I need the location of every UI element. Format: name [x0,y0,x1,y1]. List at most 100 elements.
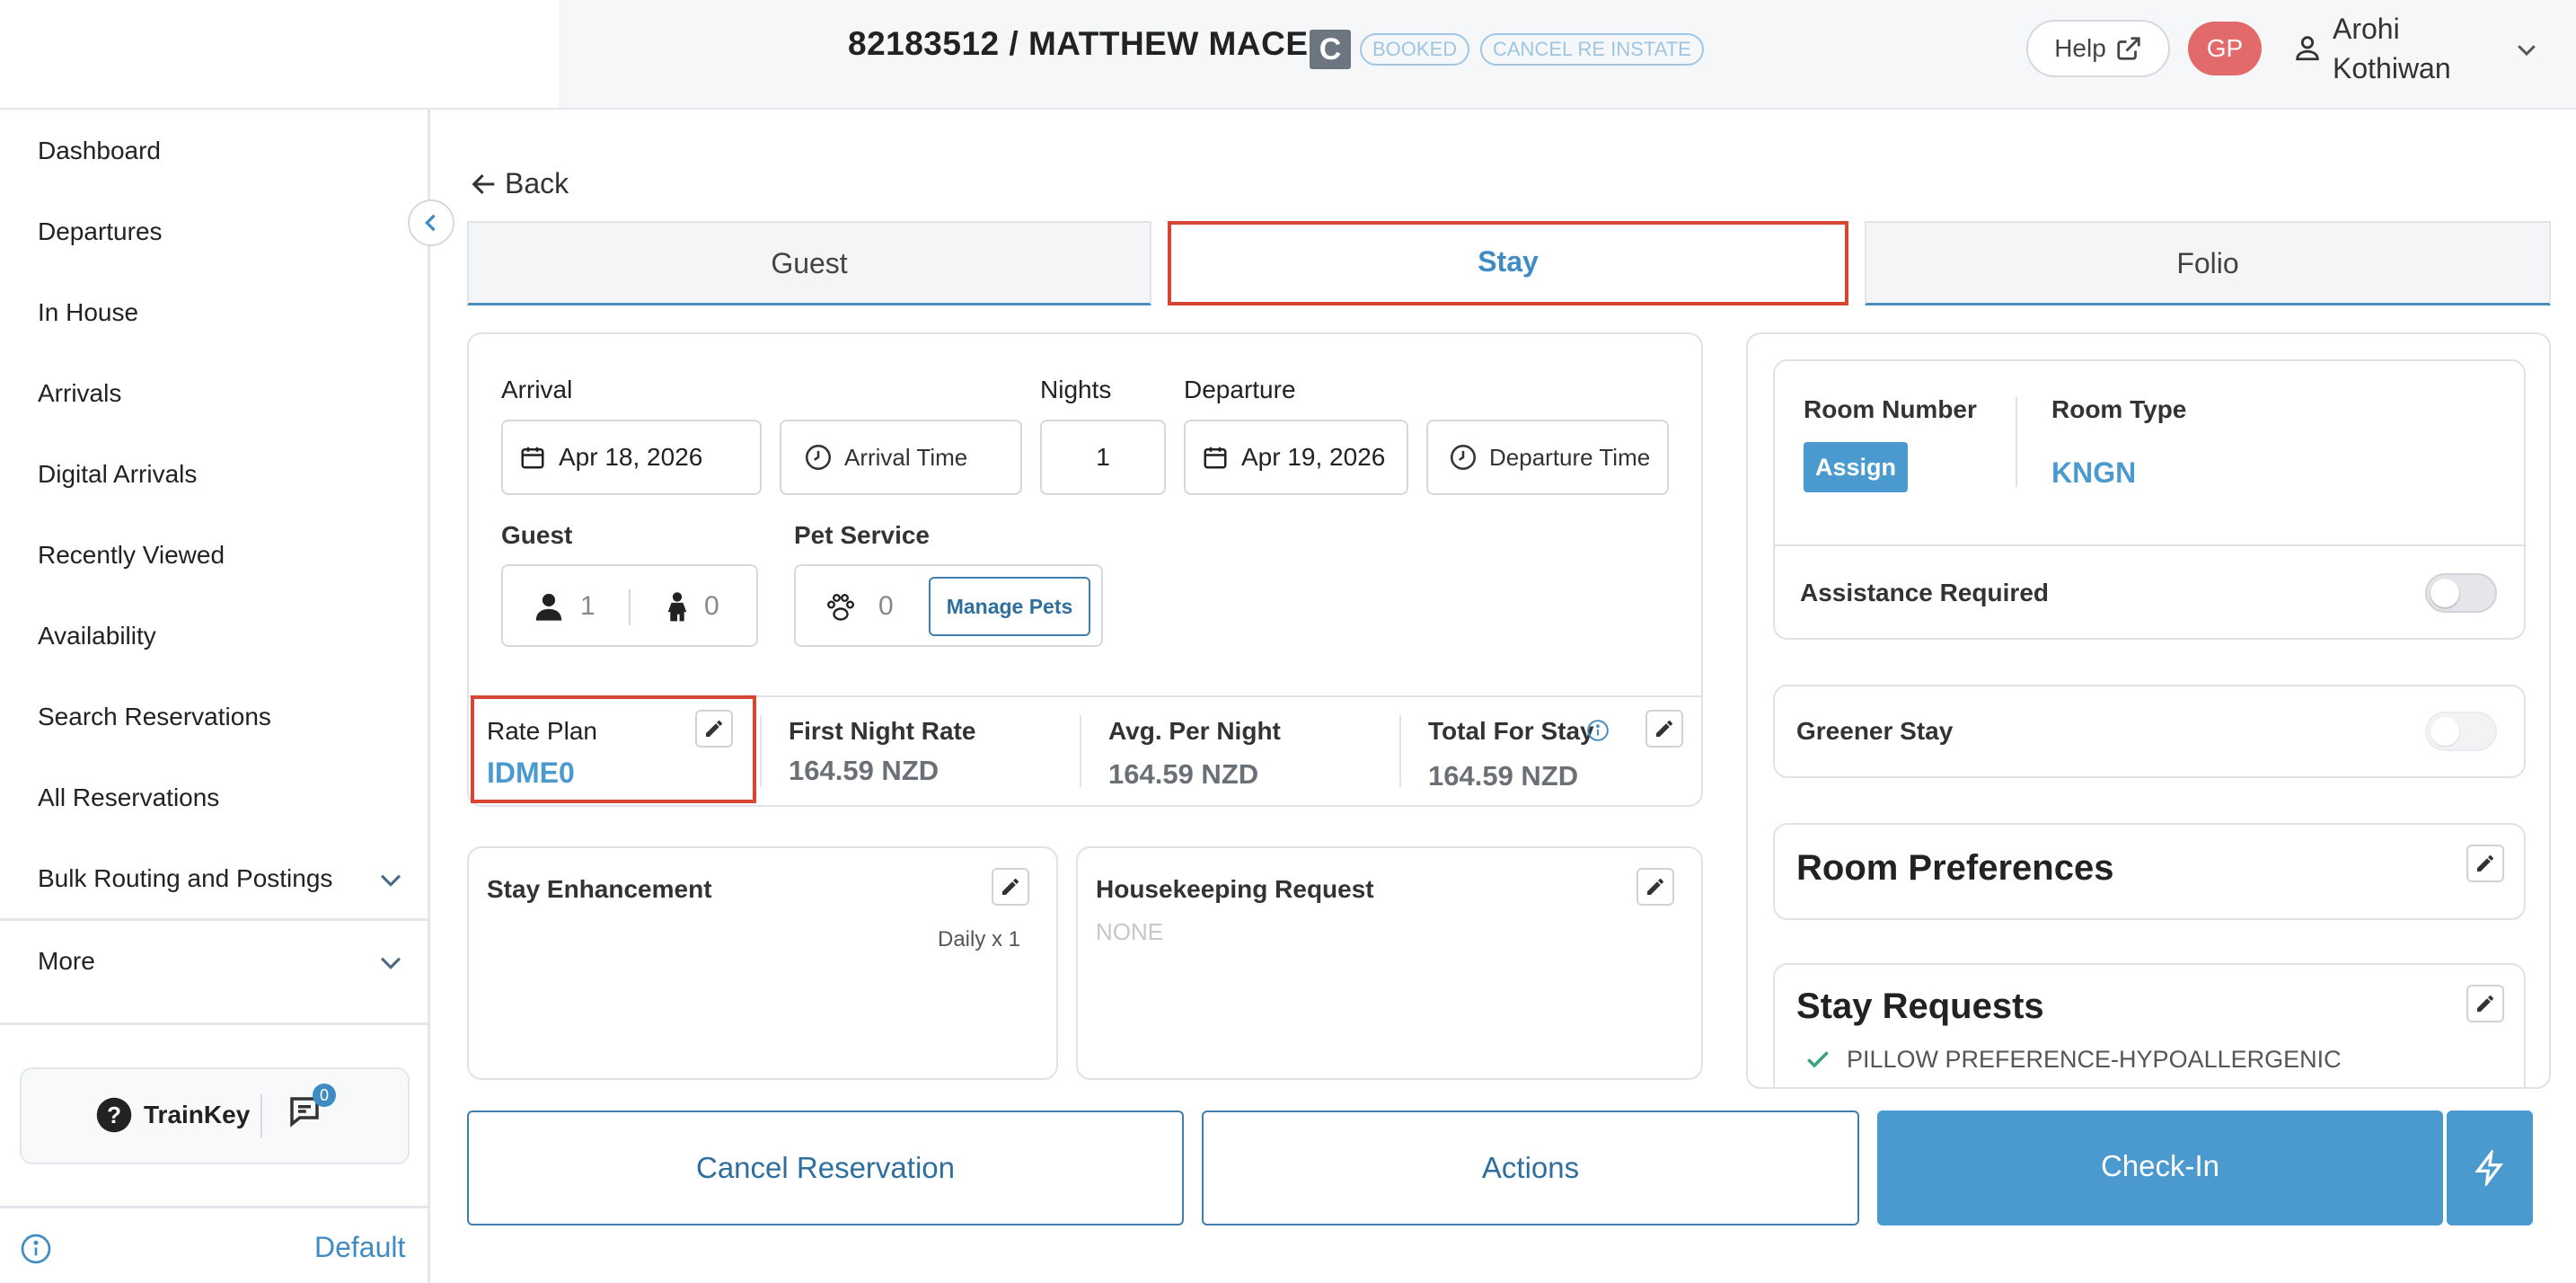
arrival-date-field[interactable]: Apr 18, 2026 [501,420,762,495]
help-circle-icon: ? [96,1097,132,1133]
divider [0,1022,428,1025]
housekeeping-edit-button[interactable] [1636,868,1674,906]
room-preferences-edit-button[interactable] [2466,845,2504,882]
tab-folio[interactable]: Folio [1865,221,2551,305]
help-label: Help [2054,34,2106,62]
enhancement-edit-button[interactable] [992,868,1029,906]
sidebar-item-in-house[interactable]: In House [38,298,138,327]
avatar[interactable]: GP [2188,22,2262,75]
pencil-icon [706,721,722,737]
arrival-time-placeholder: Arrival Time [844,443,968,471]
divider [0,918,428,921]
check-icon [1807,1051,1829,1068]
arrow-left-icon [472,173,495,194]
toggle-knob [2430,717,2459,746]
pencil-icon [1656,721,1672,737]
arrival-date-value: Apr 18, 2026 [559,443,703,471]
chat-count-badge: 0 [313,1084,336,1107]
room-preferences-title: Room Preferences [1796,848,2114,888]
user-name[interactable]: Arohi Kothiwan [2333,9,2451,88]
actions-button[interactable]: Actions [1202,1110,1859,1225]
guest-count-field[interactable]: 1 0 [501,564,758,647]
pencil-icon [2477,855,2493,872]
rate-plan-edit-button[interactable] [695,710,733,748]
room-type-value[interactable]: KNGN [2051,456,2136,490]
divider [260,1094,262,1137]
children-count: 0 [704,591,719,621]
info-icon[interactable] [1586,719,1610,742]
sidebar-item-arrivals[interactable]: Arrivals [38,379,121,408]
calendar-icon [521,447,544,469]
toggle-knob [2430,579,2459,607]
first-night-label: First Night Rate [789,717,976,745]
sidebar-item-recently-viewed[interactable]: Recently Viewed [38,541,225,570]
housekeeping-value: NONE [1096,918,1164,945]
departure-date-field[interactable]: Apr 19, 2026 [1184,420,1408,495]
status-badge-cancel-reinstate: CANCEL RE INSTATE [1480,33,1704,66]
chevron-down-icon[interactable] [2511,36,2542,63]
top-header: 82183512 / MATTHEW MACE C BOOKED CANCEL … [0,0,2576,110]
guest-label: Guest [501,521,573,549]
chat-button[interactable]: 0 [286,1084,336,1135]
sidebar-item-all-reservations[interactable]: All Reservations [38,783,219,812]
c-badge-icon: C [1310,30,1351,69]
stay-requests-title: Stay Requests [1796,987,2044,1026]
reservation-title: 82183512 / MATTHEW MACE [848,25,1309,62]
arrival-time-field[interactable]: Arrival Time [780,420,1022,495]
nights-input[interactable]: 1 [1040,420,1166,495]
nights-label: Nights [1040,376,1112,403]
sidebar-item-more[interactable]: More [38,947,95,976]
tab-stay[interactable]: Stay [1168,221,1848,305]
svg-text:?: ? [107,1102,121,1128]
cancel-reservation-button[interactable]: Cancel Reservation [467,1110,1184,1225]
departure-time-placeholder: Departure Time [1489,443,1651,471]
pencil-icon [1002,879,1019,895]
quick-checkin-button[interactable] [2447,1110,2533,1225]
total-edit-button[interactable] [1645,710,1683,748]
logo-area [0,0,559,108]
pet-service-field: 0 Manage Pets [794,564,1103,647]
greener-stay-toggle[interactable] [2425,712,2497,751]
assistance-required-label: Assistance Required [1800,579,2049,606]
pencil-icon [1647,879,1663,895]
assign-room-button[interactable]: Assign [1804,442,1908,492]
assistance-toggle[interactable] [2425,573,2497,613]
housekeeping-title: Housekeeping Request [1096,875,1374,903]
divider [760,715,762,787]
check-in-button[interactable]: Check-In [1877,1110,2443,1225]
user-first-name: Arohi [2333,13,2400,45]
room-type-label: Room Type [2051,395,2187,423]
external-link-icon [2117,37,2140,60]
back-button[interactable]: Back [469,167,569,200]
stay-requests-edit-button[interactable] [2466,985,2504,1022]
trainkey-label: TrainKey [144,1101,251,1128]
clock-icon [1450,444,1477,471]
chevron-left-icon [425,214,436,232]
total-for-stay-value: 164.59 NZD [1428,760,1579,792]
sidebar-item-bulk-routing[interactable]: Bulk Routing and Postings [38,864,332,893]
first-night-value: 164.59 NZD [789,755,940,786]
manage-pets-button[interactable]: Manage Pets [929,577,1090,636]
daily-count: Daily x 1 [938,927,1021,951]
rate-plan-value[interactable]: IDME0 [487,757,575,790]
divider [1773,544,2526,546]
sidebar-item-search-reservations[interactable]: Search Reservations [38,703,271,731]
sidebar-item-digital-arrivals[interactable]: Digital Arrivals [38,460,197,489]
footer-default-label[interactable]: Default [314,1231,405,1264]
chevron-down-icon[interactable] [375,864,406,895]
trainkey-panel: ? TrainKey 0 [20,1067,410,1164]
room-number-label: Room Number [1804,395,1977,423]
departure-time-field[interactable]: Departure Time [1426,420,1669,495]
sidebar-item-dashboard[interactable]: Dashboard [38,137,161,165]
trainkey-button[interactable]: ? TrainKey [95,1096,250,1134]
tab-guest[interactable]: Guest [467,221,1151,305]
chevron-down-icon[interactable] [375,947,406,978]
info-icon[interactable] [20,1233,52,1265]
adult-icon [535,593,562,621]
sidebar-collapse-button[interactable] [408,199,454,246]
sidebar-item-departures[interactable]: Departures [38,217,163,246]
help-button[interactable]: Help [2026,20,2170,77]
arrival-label: Arrival [501,376,573,403]
rate-plan-code: IDME0 [487,757,575,789]
sidebar-item-availability[interactable]: Availability [38,622,156,650]
